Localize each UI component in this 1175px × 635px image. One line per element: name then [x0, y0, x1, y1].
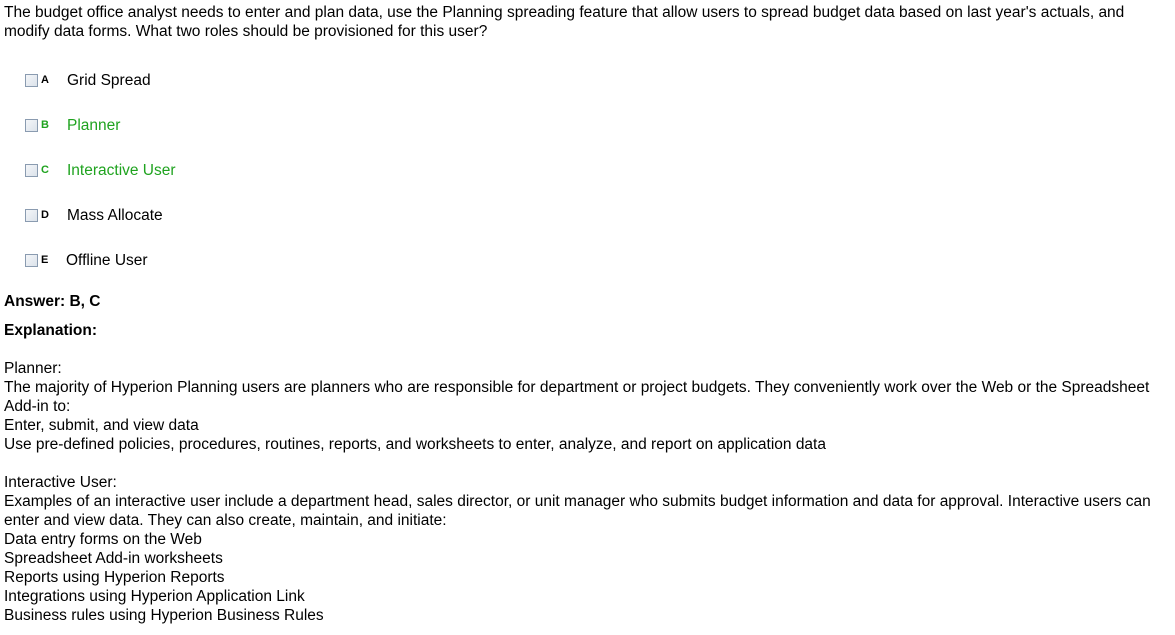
option-e-label: Offline User [66, 252, 148, 269]
interactive-user-item: Spreadsheet Add-in worksheets [4, 550, 223, 567]
option-c-checkbox[interactable] [25, 164, 38, 177]
interactive-user-heading: Interactive User: [4, 474, 117, 491]
option-d-checkbox[interactable] [25, 209, 38, 222]
option-b-label: Planner [67, 117, 121, 134]
planner-heading: Planner: [4, 360, 62, 377]
option-e-letter: E [41, 254, 49, 266]
option-b-letter: B [41, 119, 49, 131]
explanation-heading: Explanation: [4, 322, 98, 339]
option-a-label: Grid Spread [67, 72, 151, 89]
interactive-user-description: Examples of an interactive user include … [4, 493, 1151, 529]
option-b-checkbox[interactable] [25, 119, 38, 132]
option-a-checkbox[interactable] [25, 74, 38, 87]
question-text: The budget office analyst needs to enter… [4, 4, 1125, 40]
answer-text: Answer: B, C [4, 293, 101, 310]
option-d-letter: D [41, 209, 49, 221]
interactive-user-item: Integrations using Hyperion Application … [4, 588, 305, 605]
interactive-user-item: Business rules using Hyperion Business R… [4, 607, 324, 624]
planner-item: Enter, submit, and view data [4, 417, 199, 434]
option-e-checkbox[interactable] [25, 254, 38, 267]
option-a-letter: A [41, 74, 49, 86]
option-c-letter: C [41, 164, 49, 176]
explanation-body: Planner: The majority of Hyperion Planni… [4, 359, 1172, 625]
planner-item: Use pre-defined policies, procedures, ro… [4, 436, 826, 453]
option-c-label: Interactive User [67, 162, 176, 179]
interactive-user-item: Reports using Hyperion Reports [4, 569, 225, 586]
option-d-label: Mass Allocate [67, 207, 163, 224]
planner-description: The majority of Hyperion Planning users … [4, 379, 1150, 415]
interactive-user-item: Data entry forms on the Web [4, 531, 202, 548]
